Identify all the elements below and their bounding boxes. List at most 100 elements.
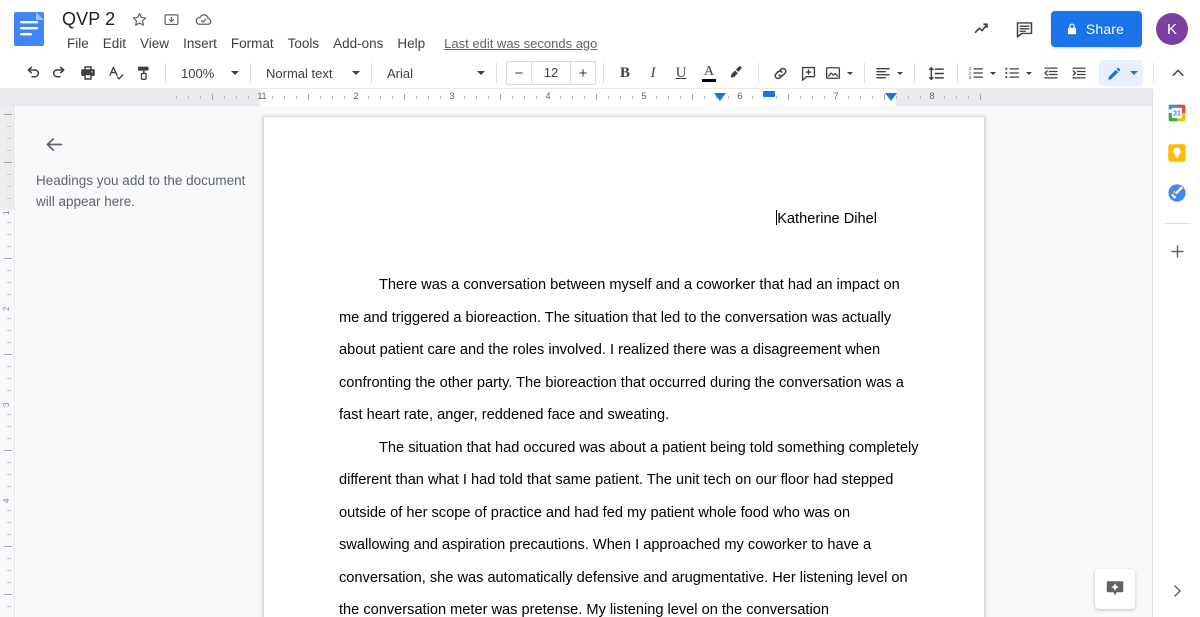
vertical-ruler-tick: [7, 138, 11, 139]
activity-dashboard-icon[interactable]: [965, 11, 1001, 47]
plus-icon[interactable]: [1161, 235, 1193, 267]
left-indent-marker[interactable]: [714, 93, 726, 101]
ruler-number: 8: [929, 91, 935, 102]
ruler-tick: [428, 96, 429, 99]
insert-image-icon[interactable]: [822, 60, 844, 86]
ruler-tick: [176, 96, 177, 99]
ruler-tick: [824, 96, 825, 99]
bulleted-list-icon[interactable]: [1001, 60, 1023, 86]
chevron-down-icon[interactable]: [847, 71, 853, 75]
redo-icon[interactable]: [46, 60, 74, 86]
document-canvas[interactable]: Katherine Dihel There was a conversation…: [260, 106, 1152, 617]
toolbar-divider: [165, 63, 166, 83]
horizontal-ruler[interactable]: 123456781: [0, 89, 1152, 106]
insert-link-icon[interactable]: [766, 60, 794, 86]
menu-addons[interactable]: Add-ons: [326, 34, 390, 53]
menu-insert[interactable]: Insert: [176, 34, 224, 53]
menu-edit[interactable]: Edit: [96, 34, 133, 53]
cloud-saved-icon[interactable]: [191, 7, 215, 31]
vertical-ruler-tick: [7, 474, 11, 475]
vertical-ruler-tick: [4, 546, 12, 547]
ruler-tick: [344, 96, 345, 99]
ruler-tick: [704, 96, 705, 99]
font-family-selector[interactable]: Arial: [379, 60, 489, 86]
editing-mode-button[interactable]: [1099, 60, 1143, 86]
ruler-tick: [440, 96, 441, 99]
numbered-list-icon[interactable]: 1 2 3: [965, 60, 987, 86]
side-panel-divider: [1165, 223, 1189, 224]
google-tasks-icon[interactable]: [1161, 177, 1193, 209]
document-title-row: QVP 2: [60, 6, 215, 32]
text-align-icon[interactable]: [872, 60, 894, 86]
ruler-tick: [200, 96, 201, 99]
ruler-tick: [320, 96, 321, 99]
menu-format[interactable]: Format: [224, 34, 281, 53]
font-family-value: Arial: [387, 65, 414, 81]
move-to-folder-icon[interactable]: [159, 7, 183, 31]
toolbar-divider: [1153, 63, 1154, 83]
zoom-selector[interactable]: 100%: [173, 60, 243, 86]
menu-tools[interactable]: Tools: [281, 34, 327, 53]
toolbar-divider: [864, 63, 865, 83]
add-comment-icon[interactable]: [794, 60, 822, 86]
author-line-paragraph[interactable]: Katherine Dihel: [339, 205, 924, 233]
right-indent-marker[interactable]: [885, 93, 897, 101]
vertical-ruler-tick: [7, 126, 11, 127]
star-icon[interactable]: [127, 7, 151, 31]
ruler-tick: [848, 96, 849, 99]
underline-button[interactable]: U: [667, 60, 695, 86]
app-header: QVP 2 File Edit View Insert Format Tools…: [0, 0, 1200, 57]
italic-button[interactable]: I: [639, 60, 667, 86]
share-button[interactable]: Share: [1050, 11, 1142, 47]
highlight-color-icon[interactable]: [723, 60, 751, 86]
document-body[interactable]: Katherine Dihel There was a conversation…: [339, 205, 924, 617]
vertical-ruler[interactable]: 1 2 3 4: [0, 106, 15, 617]
print-icon[interactable]: [74, 60, 102, 86]
zoom-value: 100%: [181, 65, 215, 81]
ruler-number: 2: [353, 91, 359, 102]
paragraph-style-value: Normal text: [266, 65, 333, 81]
share-label: Share: [1085, 21, 1124, 37]
chevron-down-icon[interactable]: [897, 71, 903, 75]
vertical-ruler-tick: [7, 426, 11, 427]
menu-help[interactable]: Help: [390, 34, 432, 53]
arrow-left-icon[interactable]: [36, 126, 72, 162]
last-edit-status[interactable]: Last edit was seconds ago: [444, 36, 597, 51]
chevron-down-icon[interactable]: [990, 71, 996, 75]
google-calendar-icon[interactable]: 31: [1161, 97, 1193, 129]
paragraph-style-selector[interactable]: Normal text: [258, 60, 364, 86]
google-keep-icon[interactable]: [1161, 137, 1193, 169]
ruler-tick: [872, 96, 873, 99]
document-page[interactable]: Katherine Dihel There was a conversation…: [263, 116, 985, 617]
undo-icon[interactable]: [18, 60, 46, 86]
ruler-tick: [368, 96, 369, 99]
paragraph-1[interactable]: There was a conversation between myself …: [339, 269, 924, 432]
ruler-tick: [212, 94, 213, 100]
toolbar-right-group: [1099, 57, 1192, 89]
google-docs-icon[interactable]: [12, 11, 46, 47]
menu-file[interactable]: File: [60, 34, 96, 53]
line-spacing-icon[interactable]: [922, 60, 950, 86]
bold-button[interactable]: B: [611, 60, 639, 86]
avatar[interactable]: K: [1156, 13, 1188, 45]
font-size-increase-button[interactable]: +: [571, 62, 595, 84]
chevron-down-icon[interactable]: [1026, 71, 1032, 75]
increase-indent-icon[interactable]: [1065, 60, 1093, 86]
ruler-tick: [788, 94, 789, 100]
comment-history-icon[interactable]: [1007, 11, 1043, 47]
text-color-button[interactable]: A: [695, 60, 723, 86]
font-size-decrease-button[interactable]: −: [507, 62, 531, 84]
first-line-indent-marker[interactable]: [763, 91, 775, 97]
ruler-tick: [800, 96, 801, 99]
decrease-indent-icon[interactable]: [1037, 60, 1065, 86]
chevron-down-icon: [477, 71, 485, 75]
menu-view[interactable]: View: [133, 34, 176, 53]
paragraph-2[interactable]: The situation that had occured was about…: [339, 432, 924, 617]
chevron-right-icon[interactable]: [1165, 579, 1189, 603]
paint-format-icon[interactable]: [130, 60, 158, 86]
spellcheck-icon[interactable]: [102, 60, 130, 86]
document-title[interactable]: QVP 2: [60, 8, 119, 31]
chevron-up-icon[interactable]: [1164, 60, 1192, 86]
font-size-value[interactable]: 12: [531, 62, 571, 84]
explore-button[interactable]: [1095, 569, 1135, 609]
